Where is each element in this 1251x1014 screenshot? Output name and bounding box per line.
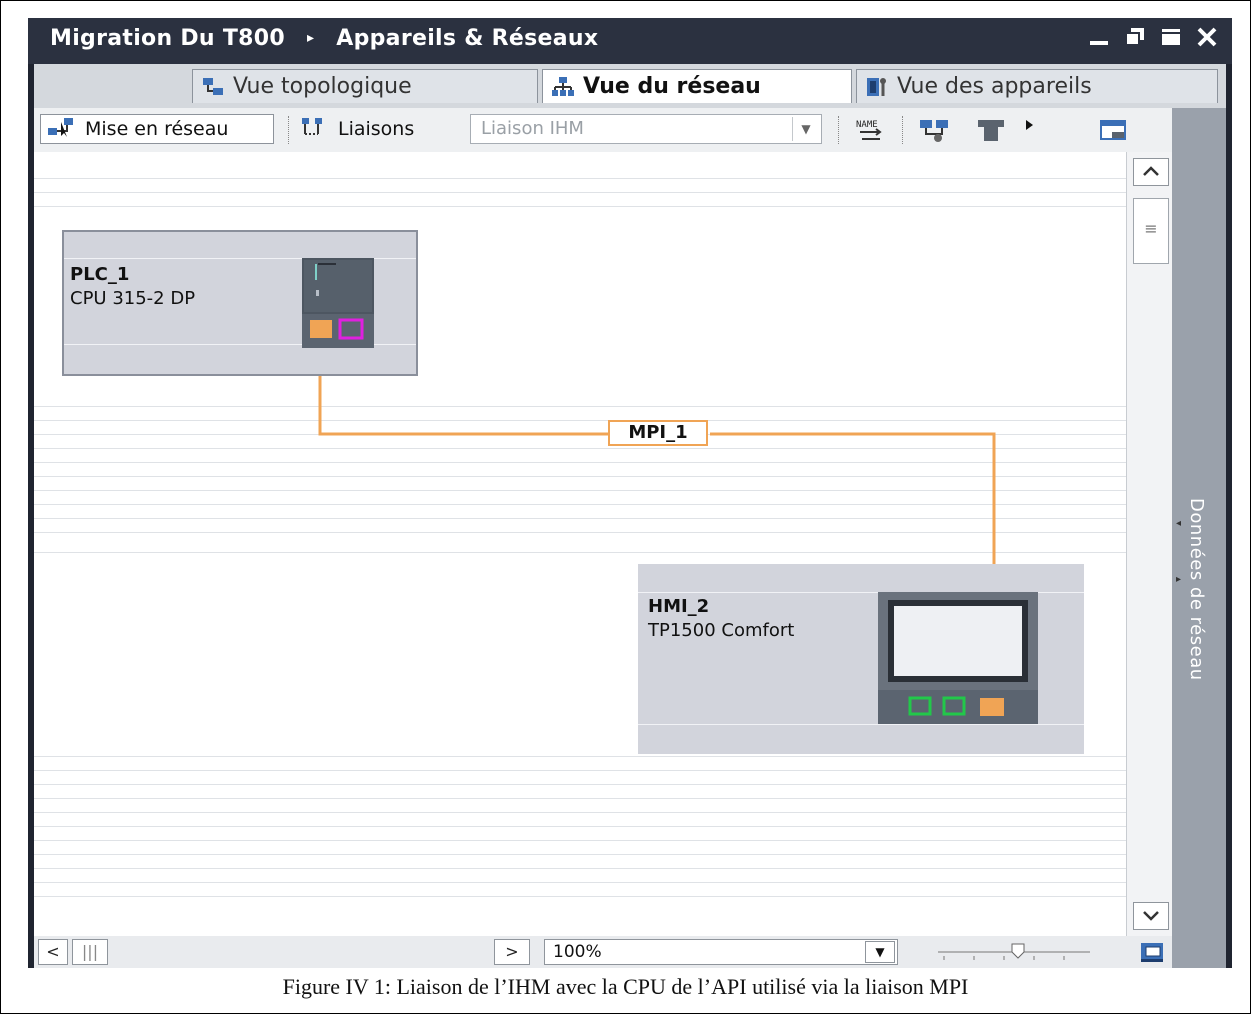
side-panel-label: Données de réseau — [1186, 498, 1207, 681]
device-type: TP1500 Comfort — [648, 620, 795, 641]
tab-network-view[interactable]: Vue du réseau — [542, 69, 852, 103]
zoom-value: 100% — [553, 942, 602, 962]
network-data-panel[interactable]: ◂ ▸ Données de réseau — [1172, 108, 1226, 968]
tab-device-view[interactable]: Vue des appareils — [856, 69, 1218, 103]
connection-type-value: Liaison IHM — [481, 118, 584, 139]
scroll-up-button[interactable] — [1133, 158, 1169, 186]
networking-icon — [47, 116, 75, 143]
close-icon[interactable] — [1196, 26, 1218, 54]
mpi-port[interactable] — [310, 320, 332, 338]
view-tabs: Vue topologique Vue du réseau Vue des ap… — [34, 64, 1226, 108]
mpi-port[interactable] — [980, 698, 1004, 716]
scroll-down-button[interactable] — [1133, 902, 1169, 930]
zoom-select[interactable]: 100% ▼ — [544, 939, 898, 965]
network-label-mpi[interactable]: MPI_1 — [608, 420, 708, 446]
connections-button[interactable]: Liaisons — [300, 114, 460, 144]
networking-button[interactable]: Mise en réseau — [40, 114, 274, 144]
toolbar-divider — [288, 116, 291, 144]
horizontal-scroll-thumb[interactable]: ||| — [72, 939, 108, 965]
device-name: PLC_1 — [70, 264, 130, 285]
device-hmi[interactable]: HMI_2 TP1500 Comfort — [638, 564, 1084, 754]
network-canvas[interactable]: MPI_1 PLC_1 CPU 315-2 DP HMI_2 TP1500 Co… — [34, 152, 1126, 936]
networking-label: Mise en réseau — [85, 118, 229, 140]
connections-icon — [300, 116, 324, 143]
chevron-down-icon[interactable]: ▼ — [792, 117, 819, 141]
hmi-panel-icon — [878, 592, 1038, 724]
breadcrumb-separator: ▸ — [306, 30, 315, 46]
toolbar-divider — [838, 116, 841, 144]
project-name: Migration Du T800 — [50, 26, 285, 51]
connection-type-select[interactable]: Liaison IHM ▼ — [470, 114, 822, 144]
zoom-slider[interactable] — [934, 940, 1094, 964]
window-controls — [1088, 26, 1218, 54]
cpu-module-icon — [302, 258, 374, 348]
toolbar-divider — [902, 116, 905, 144]
tab-label: Vue des appareils — [897, 74, 1092, 99]
devices-icon — [865, 76, 889, 98]
tia-portal-window: Migration Du T800 ▸ Appareils & Réseaux — [28, 18, 1232, 968]
zoom-slider-handle[interactable] — [1011, 943, 1025, 959]
device-band — [638, 724, 1084, 725]
title-bar: Migration Du T800 ▸ Appareils & Réseaux — [28, 18, 1232, 64]
scroll-left-button[interactable]: < — [38, 939, 68, 965]
svg-text:NAME: NAME — [856, 120, 878, 130]
tab-label: Vue topologique — [233, 74, 412, 99]
network-icon — [551, 76, 575, 98]
chevron-down-icon[interactable]: ▼ — [865, 941, 895, 963]
vertical-scrollbar[interactable]: ≡ — [1126, 152, 1173, 936]
overview-navigation-icon[interactable] — [1138, 938, 1168, 966]
maximize-icon[interactable] — [1160, 26, 1182, 54]
show-address-icon[interactable] — [918, 116, 952, 144]
network-toolbar: Mise en réseau Liaisons Liaison IHM ▼ NA… — [34, 108, 1172, 153]
device-name: HMI_2 — [648, 596, 710, 617]
collapse-arrow-icon[interactable]: ◂ — [1176, 518, 1181, 529]
expand-arrow-icon[interactable]: ▸ — [1176, 574, 1181, 585]
more-arrow-icon[interactable] — [1022, 116, 1038, 144]
minimize-icon[interactable] — [1088, 26, 1110, 54]
connections-label: Liaisons — [338, 118, 415, 140]
restore-icon[interactable] — [1124, 26, 1146, 54]
figure-caption: Figure IV 1: Liaison de l’IHM avec la CP… — [282, 974, 969, 999]
scroll-right-button[interactable]: > — [494, 939, 530, 965]
tab-label: Vue du réseau — [583, 74, 761, 99]
name-icon[interactable]: NAME — [854, 116, 888, 144]
topology-icon — [201, 76, 225, 98]
module-icon[interactable] — [974, 116, 1008, 144]
tab-topology-view[interactable]: Vue topologique — [192, 69, 538, 103]
section-name: Appareils & Réseaux — [336, 26, 599, 51]
bottom-bar: < ||| > 100% ▼ — [34, 936, 1172, 968]
window-title: Migration Du T800 ▸ Appareils & Réseaux — [50, 26, 598, 51]
device-plc[interactable]: PLC_1 CPU 315-2 DP — [62, 230, 418, 376]
device-type: CPU 315-2 DP — [70, 288, 196, 309]
scroll-thumb[interactable]: ≡ — [1133, 198, 1169, 264]
table-view-icon[interactable] — [1098, 116, 1132, 144]
